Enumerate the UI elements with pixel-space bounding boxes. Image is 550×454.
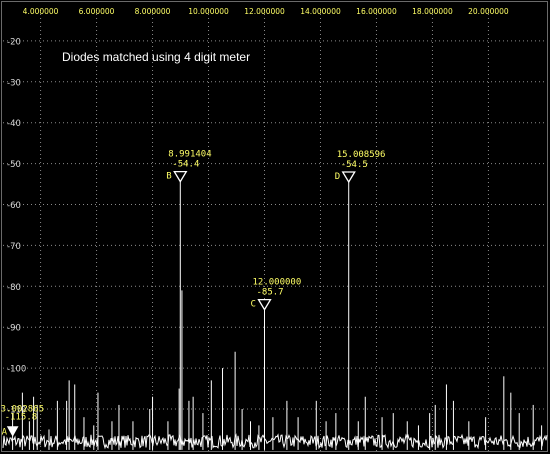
marker-frequency: 12.000000 xyxy=(253,278,302,288)
x-tick-label: 10.000000 xyxy=(188,7,229,16)
spectrum-trace xyxy=(2,433,548,450)
x-tick-label: 16.000000 xyxy=(356,7,397,16)
marker-triangle xyxy=(257,298,272,311)
marker-b[interactable]: B 8.991404-54.4 xyxy=(166,150,212,183)
y-tick-labels: -20-30-40-50-60-70-80-90-100-110 xyxy=(7,37,26,415)
marker-frequency: 8.991404 xyxy=(168,150,211,160)
x-tick-label: 6.000000 xyxy=(79,7,115,16)
y-tick-label: -80 xyxy=(7,283,21,293)
chart-annotation: Diodes matched using 4 digit meter xyxy=(62,50,250,64)
grid xyxy=(3,10,547,452)
y-tick-label: -90 xyxy=(7,324,21,334)
marker-triangle xyxy=(6,426,19,437)
y-tick-label: -20 xyxy=(7,37,21,47)
x-tick-label: 20.000000 xyxy=(468,7,509,16)
y-tick-label: -70 xyxy=(7,242,21,252)
marker-c[interactable]: C 12.000000-85.7 xyxy=(251,278,302,311)
x-tick-label: 4.000000 xyxy=(23,7,59,16)
y-tick-label: -100 xyxy=(7,365,26,375)
x-tick-label: 12.000000 xyxy=(244,7,285,16)
marker-letter: B xyxy=(166,172,171,182)
y-tick-label: -50 xyxy=(7,160,21,170)
marker-letter: A xyxy=(2,428,8,438)
x-tick-label: 18.000000 xyxy=(412,7,453,16)
y-tick-label: -30 xyxy=(7,78,21,88)
marker-level: -115.8 xyxy=(5,413,38,423)
marker-triangle xyxy=(173,170,188,183)
y-tick-label: -60 xyxy=(7,201,21,211)
spectrum-plot: -20-30-40-50-60-70-80-90-100-110 4.00000… xyxy=(1,1,548,452)
marker-level: -85.7 xyxy=(257,288,284,298)
plot-border xyxy=(1,1,548,452)
x-tick-labels: 4.000000 6.000000 8.000000 10.000000 12.0000… xyxy=(23,7,509,16)
markers: A3.002865-115.8B8.991404-54.4C12.000000-… xyxy=(1,150,386,438)
marker-level: -54.5 xyxy=(341,160,368,170)
spectrum-analyzer-display: -20 -30 -40 -50 -60 -70 -80 -90 -100 -110 4.00000… xyxy=(0,0,550,454)
marker-level: -54.4 xyxy=(172,160,199,170)
marker-frequency: 15.008596 xyxy=(337,150,386,160)
peak-lines xyxy=(12,181,543,450)
x-tick-label: 14.000000 xyxy=(300,7,341,16)
marker-letter: D xyxy=(335,172,340,182)
marker-triangle xyxy=(341,171,356,184)
x-tick-label: 8.000000 xyxy=(135,7,171,16)
marker-letter: C xyxy=(251,300,256,310)
y-tick-label: -40 xyxy=(7,119,21,129)
marker-d[interactable]: D 15.008596-54.5 xyxy=(335,150,386,184)
